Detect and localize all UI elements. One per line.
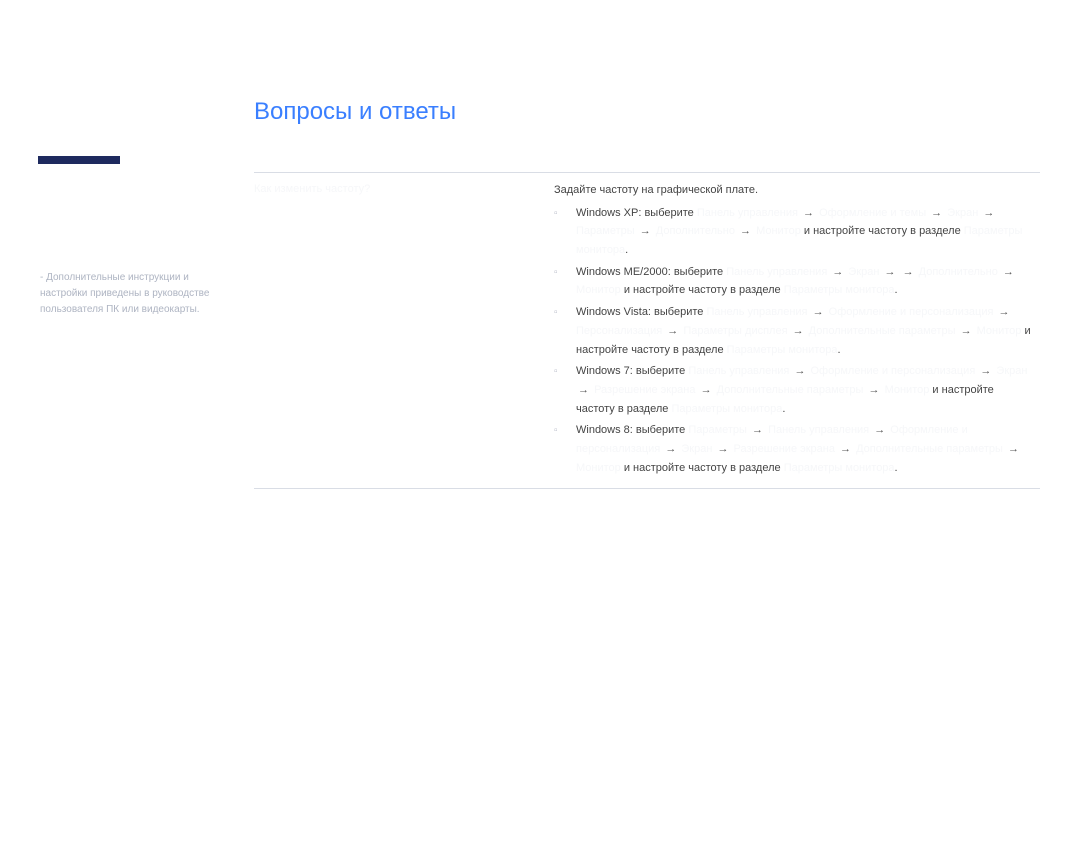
path-part: Дополнительно [919,266,998,278]
arrow-icon: → [801,207,816,219]
path-part: Монитор [977,325,1022,337]
bullet-icon: ▫ [554,303,576,359]
arrow-icon: → [883,266,898,278]
separator-bottom [254,488,1040,489]
arrow-icon: → [750,424,765,436]
path-part: Монитор [885,384,930,396]
bullet-icon: ▫ [554,263,576,300]
page: - Дополнительные инструкции и настройки … [0,90,1080,489]
path-part: Параметры [688,424,747,436]
os-prefix: Windows 8: выберите [576,424,685,436]
path-part: Панель управления [768,424,869,436]
arrow-icon: → [872,424,887,436]
path-part: Монитор [756,225,801,237]
arrow-icon: → [665,325,680,337]
bullet-text: Windows Vista: выберите Панель управлени… [576,303,1032,359]
arrow-icon: → [1001,266,1016,278]
path-tail: и настройте частоту в разделе [624,284,781,296]
path-part: Экран [681,443,712,455]
bullet-icon: ▫ [554,204,576,260]
bullet-icon: ▫ [554,421,576,477]
path-part: Панель управления [697,207,798,219]
os-prefix: Windows 7: выберите [576,365,685,377]
answer-lead: Задайте частоту на графической плате. [554,181,1040,200]
arrow-icon: → [1006,443,1021,455]
page-heading: Вопросы и ответы [254,98,1040,126]
path-part: Разрешение экрана [734,443,835,455]
bullet-text: Windows 8: выберите Параметры → Панель у… [576,421,1032,477]
path-tail: и настройте частоту в разделе [804,225,961,237]
bullet-text: Windows ME/2000: выберите Панель управле… [576,263,1032,300]
path-part: Параметры монитора [784,284,895,296]
path-part: Оформление и темы [819,207,926,219]
accent-bar [38,156,120,164]
arrow-icon: → [576,384,591,396]
path-part: Оформление и персонализация [811,365,976,377]
path-part: Персонализация [576,325,662,337]
path-part: Дополнительно [656,225,735,237]
arrow-icon: → [901,266,916,278]
arrow-icon: → [838,443,853,455]
os-prefix: Windows Vista: выберите [576,306,703,318]
path-part: Панель управления [688,365,789,377]
answer-column: Задайте частоту на графической плате. ▫ … [554,181,1040,480]
path-part: Оформление и персонализация [829,306,994,318]
question-text: Как изменить частоту? [254,181,554,480]
arrow-icon: → [811,306,826,318]
path-part: Панель управления [726,266,827,278]
path-part: Параметры монитора [784,462,895,474]
arrow-icon: → [663,443,678,455]
path-part: Экран [848,266,879,278]
path-tail: и настройте частоту в разделе [624,462,781,474]
os-prefix: Windows ME/2000: выберите [576,266,723,278]
body-wrap: - Дополнительные инструкции и настройки … [40,90,1040,489]
sidebar: - Дополнительные инструкции и настройки … [40,90,240,489]
path-part: Параметры дисплея [683,325,787,337]
arrow-icon: → [997,306,1012,318]
arrow-icon: → [929,207,944,219]
path-part: Разрешение экрана [594,384,695,396]
arrow-icon: → [959,325,974,337]
path-part: Дополнительные параметры [717,384,864,396]
path-part: Монитор [576,284,621,296]
bullet-text: Windows 7: выберите Панель управления → … [576,362,1032,418]
path-part: Экран [996,365,1027,377]
main-column: Вопросы и ответы Как изменить частоту? З… [240,90,1040,489]
arrow-icon: → [830,266,845,278]
arrow-icon: → [981,207,996,219]
arrow-icon: → [792,365,807,377]
arrow-icon: → [638,225,653,237]
arrow-icon: → [978,365,993,377]
path-part: Дополнительные параметры [809,325,956,337]
arrow-icon: → [715,443,730,455]
arrow-icon: → [699,384,714,396]
sidebar-note: Дополнительные инструкции и настройки пр… [40,272,209,315]
os-prefix: Windows XP: выберите [576,207,694,219]
list-item: ▫ Windows Vista: выберите Панель управле… [554,303,1040,359]
path-part: Параметры монитора [727,344,838,356]
path-part: Монитор [576,462,621,474]
list-item: ▫ Windows 8: выберите Параметры → Панель… [554,421,1040,477]
arrow-icon: → [867,384,882,396]
list-item: ▫ Windows ME/2000: выберите Панель управ… [554,263,1040,300]
list-item: ▫ Windows XP: выберите Панель управления… [554,204,1040,260]
bullet-icon: ▫ [554,362,576,418]
path-part: Параметры [576,225,635,237]
qa-row: Как изменить частоту? Задайте частоту на… [254,173,1040,488]
path-part: Панель управления [706,306,807,318]
list-item: ▫ Windows 7: выберите Панель управления … [554,362,1040,418]
arrow-icon: → [738,225,753,237]
bullet-text: Windows XP: выберите Панель управления →… [576,204,1032,260]
path-part: Дополнительные параметры [856,443,1003,455]
path-part: Экран [947,207,978,219]
path-part: Параметры монитора [671,403,782,415]
arrow-icon: → [791,325,806,337]
